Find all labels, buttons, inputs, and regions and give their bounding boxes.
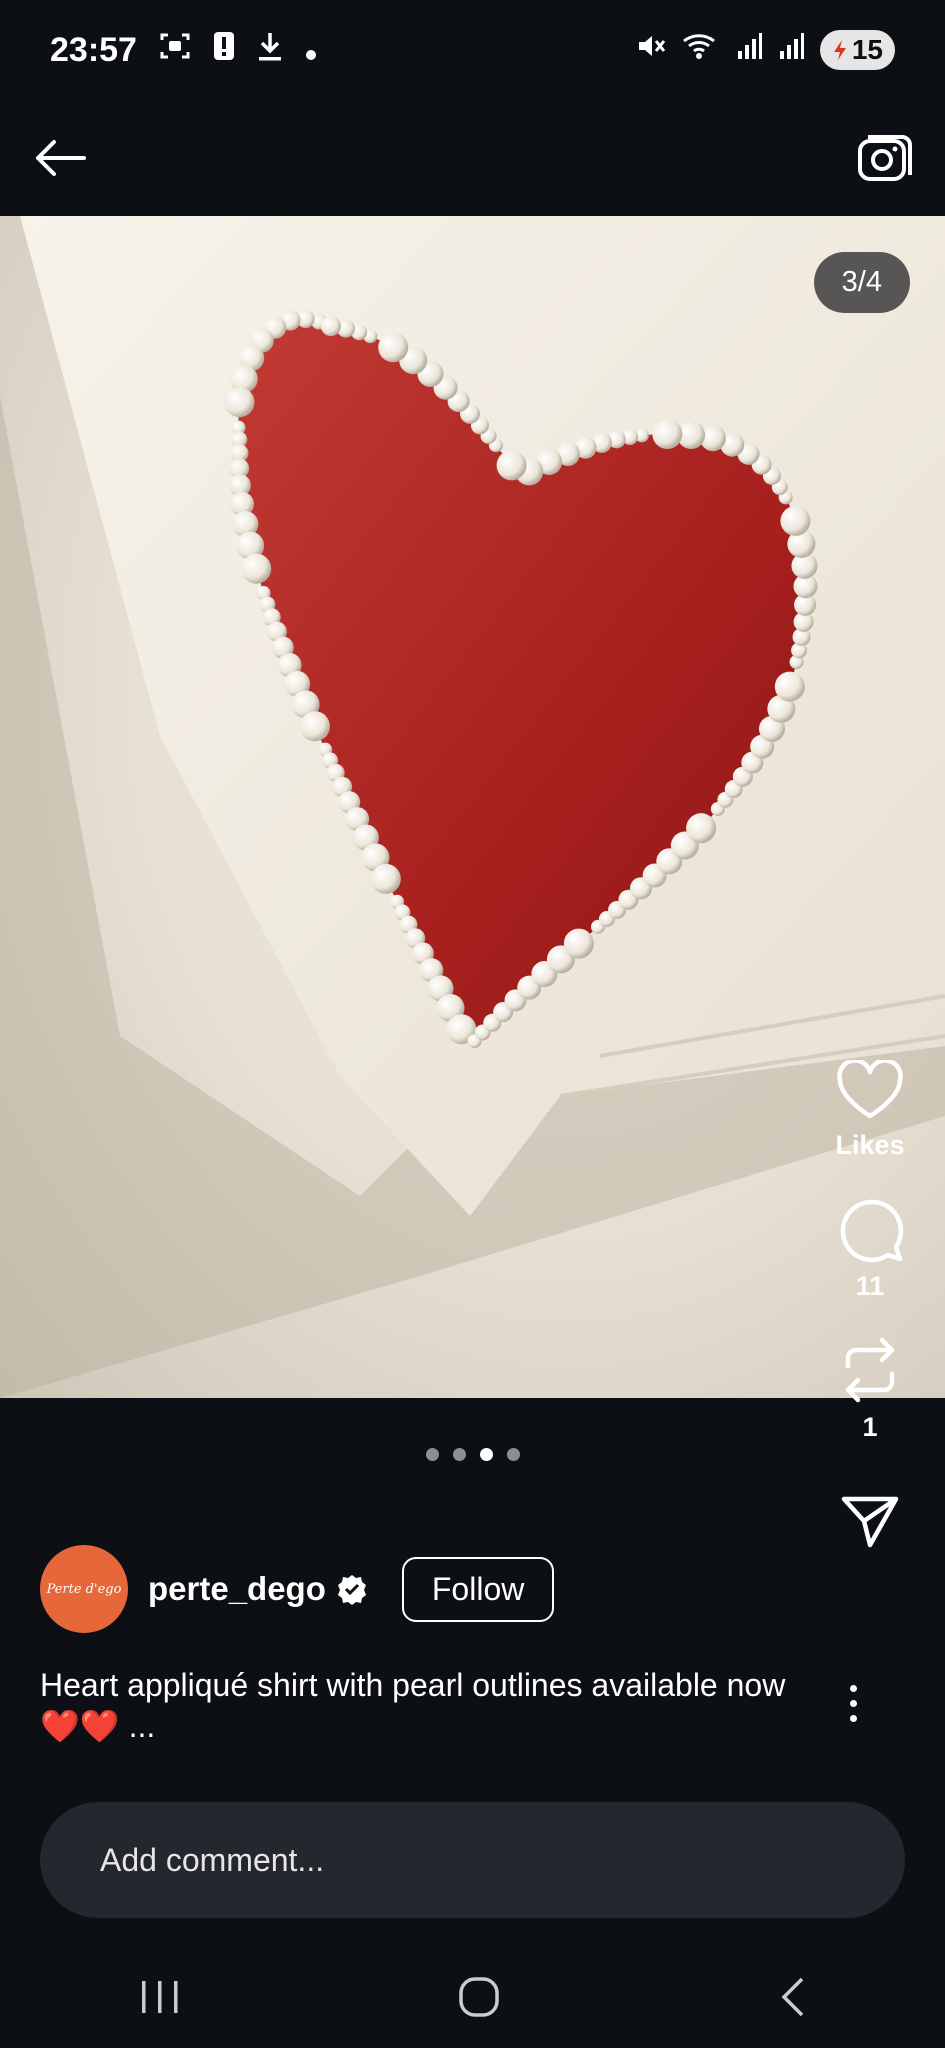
carousel-indicator	[0, 1448, 945, 1461]
author-row: Perte d'ego perte_dego Follow	[40, 1545, 555, 1633]
follow-button[interactable]: Follow	[401, 1556, 555, 1622]
back-arrow-icon	[36, 140, 86, 176]
username[interactable]: perte_dego	[148, 1570, 326, 1608]
more-options-icon[interactable]	[850, 1685, 857, 1722]
download-icon	[257, 30, 283, 71]
notification-dot-icon	[305, 31, 317, 70]
heart-icon	[837, 1060, 903, 1119]
screenshot-icon	[159, 31, 191, 70]
chevron-left-icon	[781, 1977, 803, 2016]
wifi-icon	[682, 31, 720, 70]
comments-count: 11	[855, 1271, 885, 1301]
camera-button[interactable]	[855, 128, 915, 188]
top-bar	[0, 100, 945, 216]
post-caption[interactable]: Heart appliqué shirt with pearl outlines…	[40, 1665, 820, 1747]
post-photo[interactable]: 3/4	[0, 216, 945, 1398]
heart-shirt-image	[0, 216, 945, 1398]
signal-icon-1	[736, 31, 762, 70]
verified-badge-icon	[336, 1573, 368, 1605]
carousel-dot	[479, 1448, 493, 1461]
avatar-logo-text: Perte d'ego	[46, 1581, 122, 1597]
comment-button[interactable]: 11	[836, 1195, 904, 1302]
comment-placeholder: Add comment...	[100, 1841, 325, 1878]
status-left: 23:57	[50, 30, 317, 71]
recent-apps-button[interactable]	[138, 1977, 182, 2022]
status-time: 23:57	[50, 30, 137, 69]
avatar[interactable]: Perte d'ego	[40, 1545, 128, 1633]
system-nav-bar	[0, 1950, 945, 2048]
home-icon	[458, 1976, 499, 2017]
send-icon	[841, 1496, 899, 1548]
back-button[interactable]	[30, 128, 90, 188]
action-rail: Likes 11 1	[820, 1060, 920, 1551]
signal-icon-2	[778, 31, 804, 70]
recent-apps-icon	[141, 1980, 177, 2013]
system-back-button[interactable]	[776, 1975, 808, 2024]
reposts-count: 1	[862, 1412, 878, 1442]
status-right: 15	[636, 30, 895, 70]
carousel-dot	[425, 1448, 439, 1461]
repost-button[interactable]: 1	[840, 1336, 900, 1443]
carousel-dot	[506, 1448, 520, 1461]
battery-saver-icon	[833, 40, 846, 60]
camera-icon	[858, 135, 912, 181]
home-button[interactable]	[457, 1975, 501, 2024]
comment-bubble-icon	[840, 1199, 904, 1263]
like-button[interactable]: Likes	[835, 1060, 905, 1161]
battery-level: 15	[851, 34, 883, 65]
repost-icon	[845, 1337, 895, 1403]
image-counter: 3/4	[813, 252, 910, 313]
comment-input[interactable]: Add comment...	[40, 1802, 905, 1918]
mute-icon	[636, 31, 666, 70]
likes-label: Likes	[835, 1130, 905, 1160]
alert-icon	[213, 30, 235, 71]
carousel-dot	[452, 1448, 466, 1461]
battery-indicator: 15	[819, 30, 895, 70]
status-bar: 23:57 15	[0, 0, 945, 100]
share-button[interactable]	[840, 1493, 900, 1551]
